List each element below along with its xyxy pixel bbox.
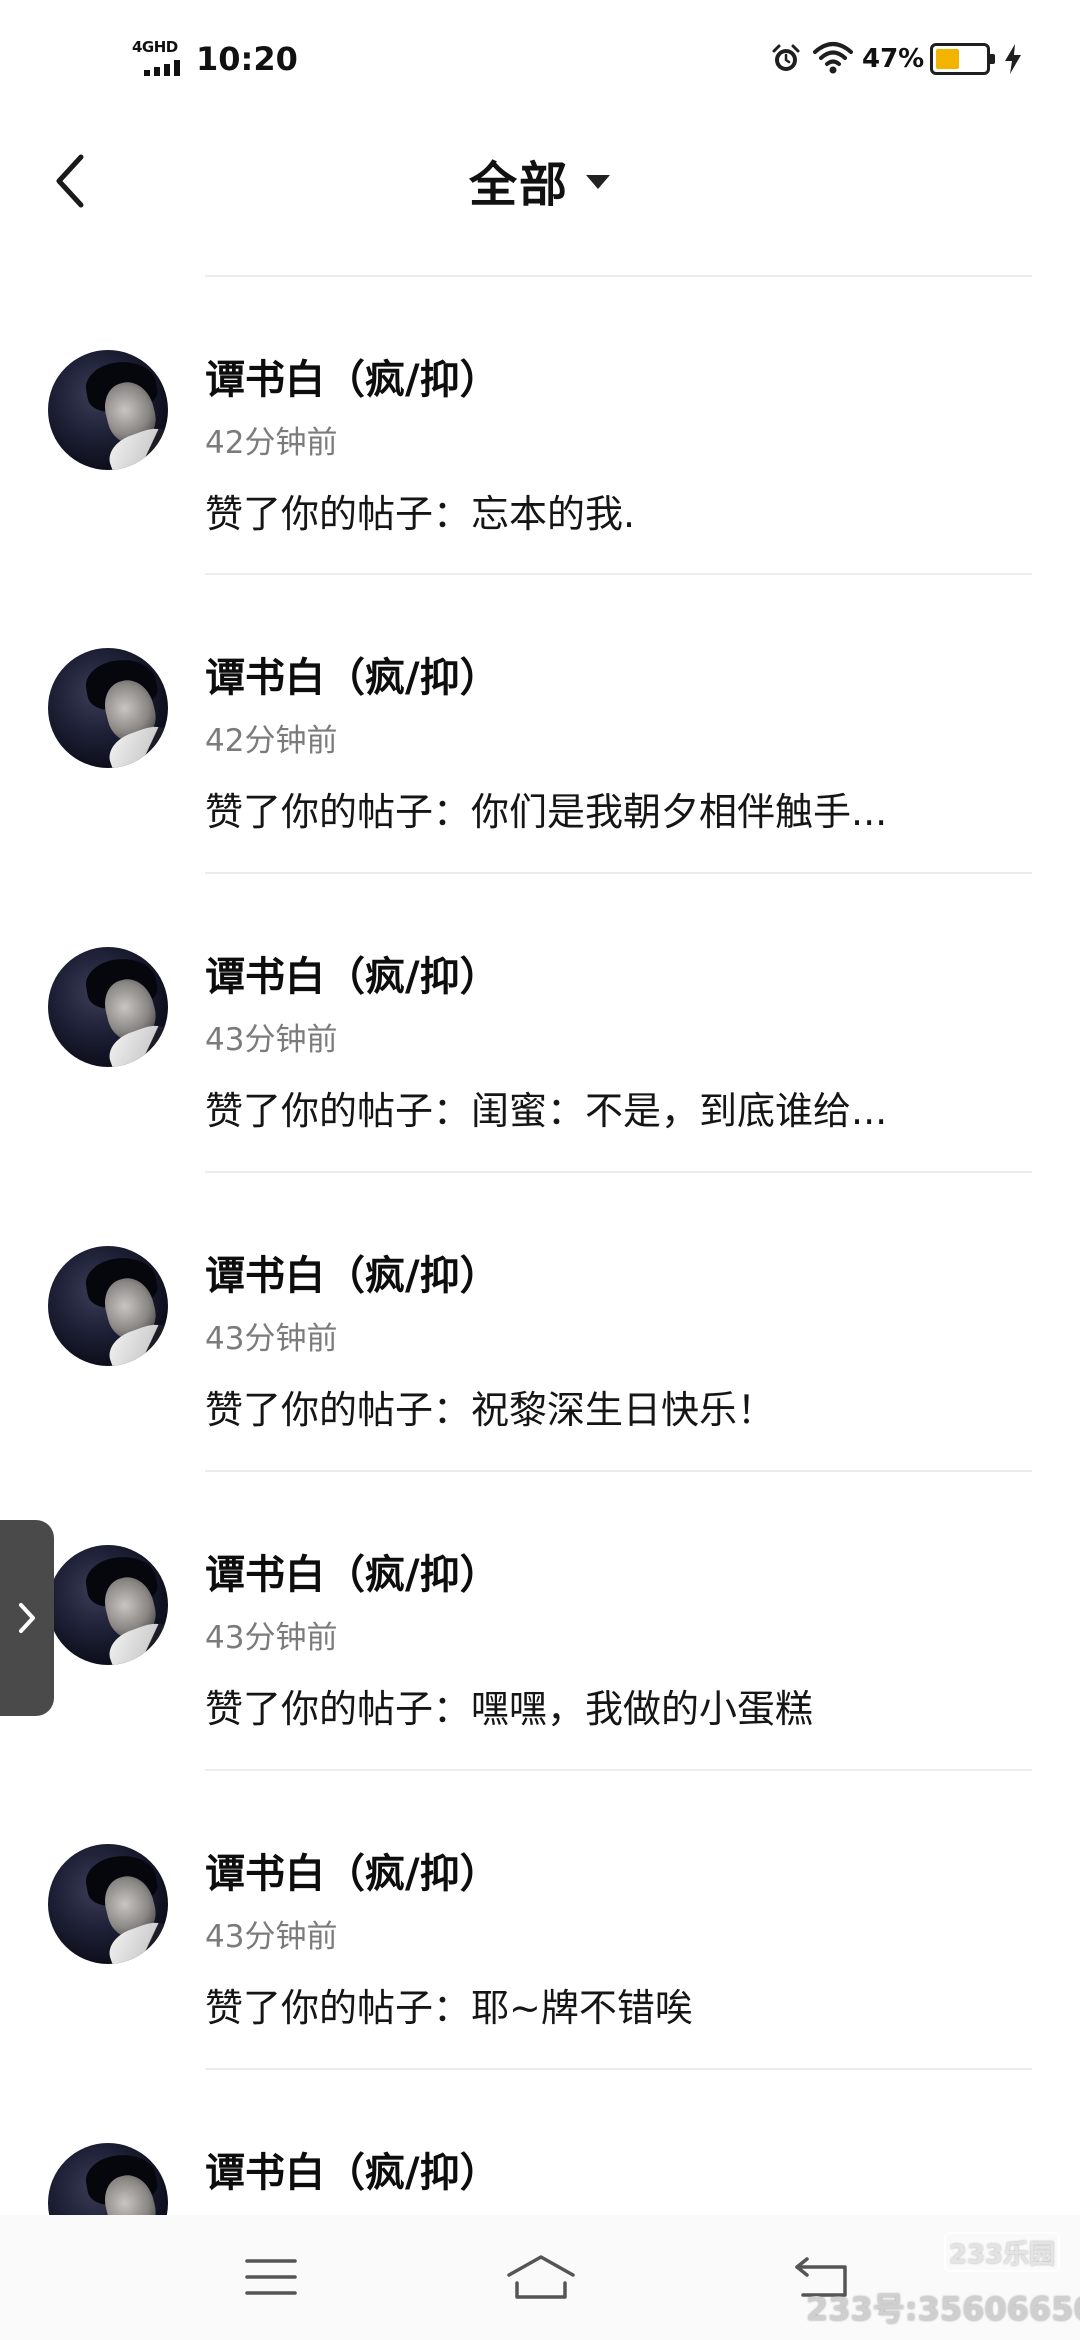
timestamp: 43分钟前 <box>205 1022 338 1058</box>
screen: 4GHD 10:20 47% 全部 谭书白（疯/抑） 42分钟前 赞了你的帖子：… <box>0 0 1080 2340</box>
notification-item[interactable]: 谭书白（疯/抑） 43分钟前 赞了你的帖子：嘿嘿，我做的小蛋糕 <box>0 1470 1080 1768</box>
header: 全部 <box>0 115 1080 275</box>
watermark-logo: 233乐园 <box>944 2232 1060 2272</box>
home-button[interactable] <box>496 2237 586 2317</box>
timestamp: 43分钟前 <box>205 1321 338 1357</box>
timestamp: 42分钟前 <box>205 723 338 759</box>
notification-item[interactable]: 谭书白（疯/抑） <box>0 2068 1080 2215</box>
timestamp: 43分钟前 <box>205 1919 338 1955</box>
menu-button[interactable] <box>226 2237 316 2317</box>
notification-item[interactable]: 谭书白（疯/抑） 43分钟前 赞了你的帖子：祝黎深生日快乐！ <box>0 1171 1080 1469</box>
chevron-right-icon <box>19 1603 35 1633</box>
timestamp: 42分钟前 <box>205 425 338 461</box>
notification-text[interactable]: 赞了你的帖子：祝黎深生日快乐！ <box>205 1379 775 1434</box>
watermark-text: 233号:356066500 <box>806 2290 1080 2328</box>
avatar[interactable] <box>48 2143 168 2215</box>
menu-icon <box>245 2259 297 2295</box>
user-name[interactable]: 谭书白（疯/抑） <box>205 944 500 1002</box>
caret-down-icon <box>586 175 610 189</box>
battery-icon <box>930 43 995 75</box>
signal-icon <box>144 60 180 76</box>
status-time: 10:20 <box>196 40 298 78</box>
notification-item[interactable]: 谭书白（疯/抑） 43分钟前 赞了你的帖子：耶~牌不错唉 <box>0 1769 1080 2067</box>
notification-text[interactable]: 赞了你的帖子：忘本的我. <box>205 483 635 538</box>
home-icon <box>507 2255 575 2299</box>
notification-item[interactable]: 谭书白（疯/抑） 43分钟前 赞了你的帖子：闺蜜：不是，到底谁给... <box>0 872 1080 1170</box>
notification-item[interactable]: 谭书白（疯/抑） 42分钟前 赞了你的帖子：忘本的我. <box>0 275 1080 573</box>
user-name[interactable]: 谭书白（疯/抑） <box>205 645 500 703</box>
notification-text[interactable]: 赞了你的帖子：耶~牌不错唉 <box>205 1977 693 2032</box>
user-name[interactable]: 谭书白（疯/抑） <box>205 1841 500 1899</box>
notification-text[interactable]: 赞了你的帖子：你们是我朝夕相伴触手... <box>205 781 887 836</box>
network-type: 4GHD <box>132 38 178 56</box>
title-dropdown[interactable]: 全部 <box>0 135 1080 225</box>
user-name[interactable]: 谭书白（疯/抑） <box>205 2140 500 2198</box>
avatar[interactable] <box>48 350 168 470</box>
avatar[interactable] <box>48 1246 168 1366</box>
timestamp: 43分钟前 <box>205 1620 338 1656</box>
wifi-icon <box>813 42 853 74</box>
avatar[interactable] <box>48 1844 168 1964</box>
user-name[interactable]: 谭书白（疯/抑） <box>205 347 500 405</box>
status-bar: 4GHD 10:20 47% <box>0 0 1080 115</box>
avatar[interactable] <box>48 1545 168 1665</box>
notification-text[interactable]: 赞了你的帖子：嘿嘿，我做的小蛋糕 <box>205 1678 813 1733</box>
user-name[interactable]: 谭书白（疯/抑） <box>205 1542 500 1600</box>
notification-item[interactable]: 谭书白（疯/抑） 42分钟前 赞了你的帖子：你们是我朝夕相伴触手... <box>0 573 1080 871</box>
avatar[interactable] <box>48 947 168 1067</box>
side-drawer-handle[interactable] <box>0 1520 54 1716</box>
charging-icon <box>1005 44 1021 74</box>
user-name[interactable]: 谭书白（疯/抑） <box>205 1243 500 1301</box>
page-title: 全部 <box>468 157 569 213</box>
alarm-icon <box>772 44 800 71</box>
network-indicator: 4GHD <box>132 38 188 78</box>
battery-fill <box>936 49 959 69</box>
avatar[interactable] <box>48 648 168 768</box>
battery-percent: 47% <box>862 44 925 74</box>
notification-text[interactable]: 赞了你的帖子：闺蜜：不是，到底谁给... <box>205 1080 887 1135</box>
